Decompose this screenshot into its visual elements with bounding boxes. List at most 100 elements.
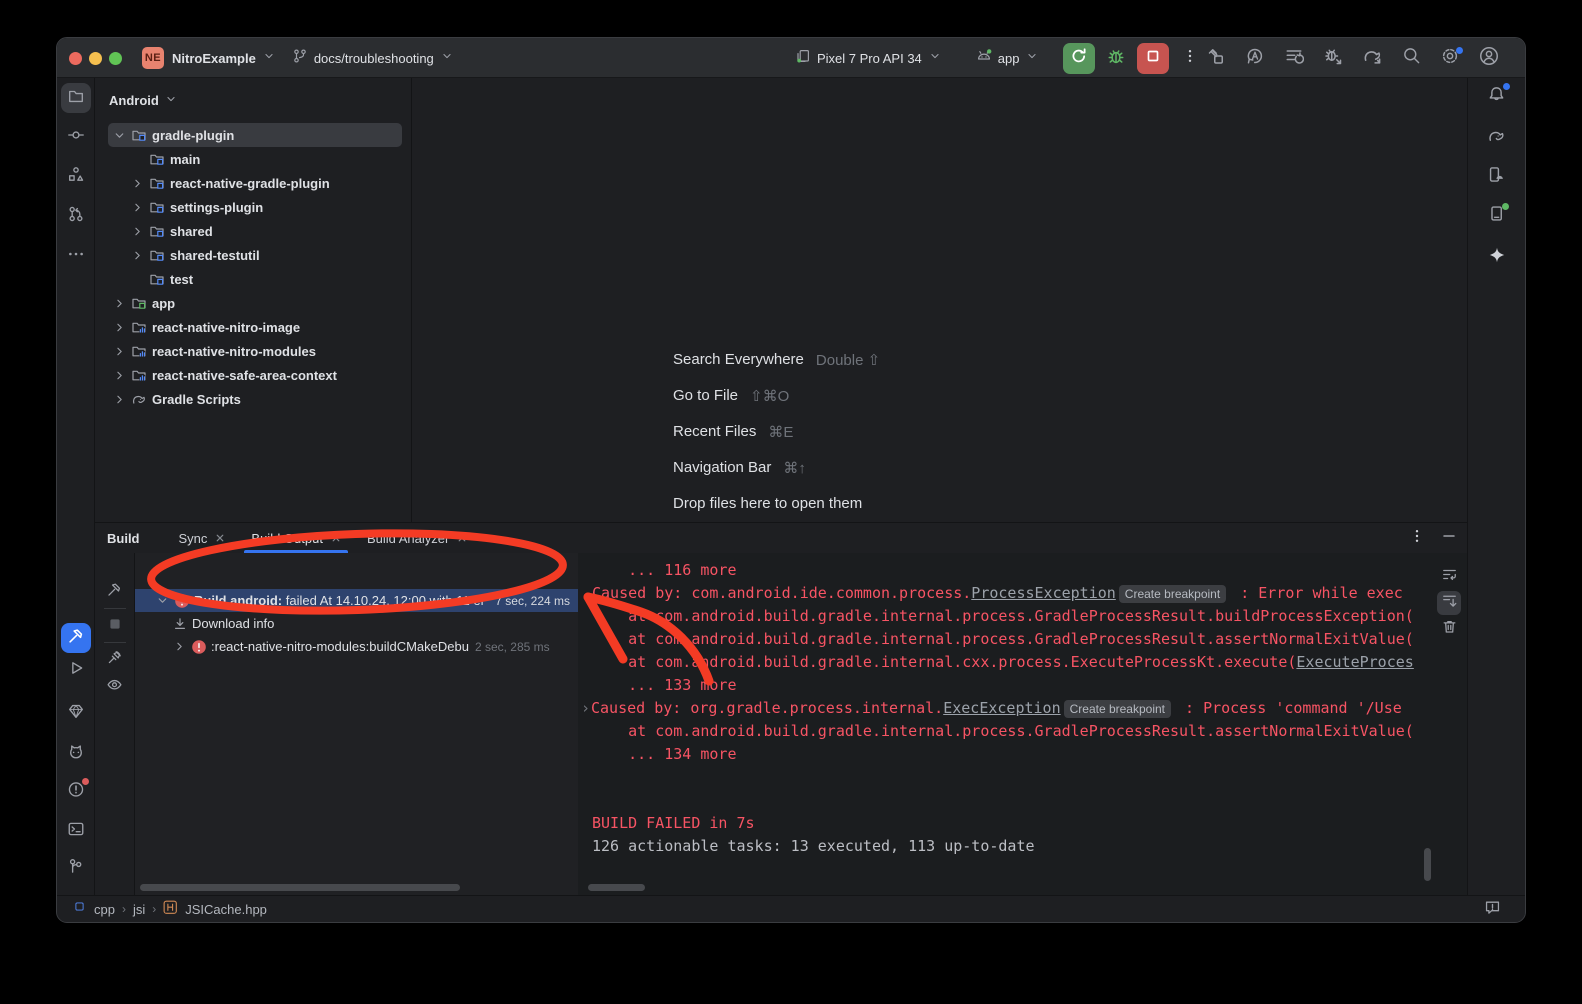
soft-wrap-button[interactable] xyxy=(1437,565,1461,589)
debug-bug-icon xyxy=(1106,46,1126,66)
tool-structure-button[interactable] xyxy=(61,161,91,191)
clear-console-button[interactable] xyxy=(1437,617,1461,641)
settings-button[interactable] xyxy=(1439,47,1461,69)
exception-link[interactable]: ExecuteProces xyxy=(1296,653,1413,671)
build-options-menu-icon[interactable] xyxy=(1409,528,1425,549)
project-tree-item[interactable]: app xyxy=(108,291,402,315)
tool-device-manager-button[interactable] xyxy=(1482,162,1512,192)
folder-icon xyxy=(67,87,85,110)
gradle-sync-button[interactable] xyxy=(1361,47,1383,69)
breadcrumb-cpp[interactable]: cpp xyxy=(94,902,115,917)
create-breakpoint-badge[interactable]: Create breakpoint xyxy=(1119,585,1226,603)
build-tree-item[interactable]: Build android: failed At 14.10.24, 12:00… xyxy=(135,589,578,612)
stop-button[interactable] xyxy=(1137,43,1169,74)
chevron-down-icon xyxy=(262,49,276,68)
build-variants-button[interactable] xyxy=(1283,47,1305,69)
build-tree-item[interactable]: :react-native-nitro-modules:buildCMakeDe… xyxy=(135,635,578,658)
tool-logcat-button[interactable] xyxy=(61,738,91,768)
project-tree-item[interactable]: gradle-plugin xyxy=(108,123,402,147)
run-configuration-selector[interactable]: app xyxy=(976,48,1040,69)
tool-app-quality-insights-button[interactable] xyxy=(61,698,91,728)
stop-build-button[interactable] xyxy=(103,614,127,638)
create-breakpoint-badge[interactable]: Create breakpoint xyxy=(1064,700,1171,718)
filters-button[interactable] xyxy=(103,675,127,699)
console-line: at com.android.build.gradle.internal.pro… xyxy=(592,720,1467,743)
hide-panel-icon[interactable] xyxy=(1441,528,1457,549)
project-tree-item[interactable]: react-native-safe-area-context xyxy=(108,363,402,387)
structure-icon xyxy=(67,165,85,188)
close-icon[interactable] xyxy=(331,533,341,543)
close-icon[interactable] xyxy=(215,533,225,543)
apply-changes-button[interactable] xyxy=(1244,47,1266,69)
project-tree-item[interactable]: react-native-nitro-modules xyxy=(108,339,402,363)
chevron-down-icon xyxy=(440,49,454,63)
tool-gemini-button[interactable] xyxy=(1482,242,1512,272)
branch-icon xyxy=(292,48,308,64)
project-tree-item[interactable]: Gradle Scripts xyxy=(108,387,402,411)
close-window-button[interactable] xyxy=(69,52,82,65)
window-controls xyxy=(69,52,122,65)
restart-build-button[interactable] xyxy=(103,580,127,604)
scroll-to-end-icon xyxy=(1441,592,1458,614)
sparkle-icon xyxy=(1488,246,1506,269)
tool-project-button[interactable] xyxy=(61,83,91,113)
horizontal-scrollbar[interactable] xyxy=(140,884,460,891)
tool-terminal-button[interactable] xyxy=(61,816,91,846)
tool-pull-requests-button[interactable] xyxy=(61,201,91,231)
tool-gradle-button[interactable] xyxy=(1482,123,1512,153)
exception-link[interactable]: ExecException xyxy=(943,699,1060,717)
maximize-window-button[interactable] xyxy=(109,52,122,65)
device-selector[interactable]: Pixel 7 Pro API 34 xyxy=(795,48,942,69)
bug-attach-icon xyxy=(1323,46,1343,71)
build-tab-build-analyzer[interactable]: Build Analyzer xyxy=(354,523,480,553)
android-icon xyxy=(976,48,992,69)
app-folder-icon xyxy=(131,295,147,311)
exception-link[interactable]: ProcessException xyxy=(971,584,1116,602)
branch-selector[interactable]: docs/troubleshooting xyxy=(292,48,454,69)
event-log-icon[interactable] xyxy=(1484,899,1501,919)
horizontal-scrollbar[interactable] xyxy=(588,884,645,891)
tool-run-button[interactable] xyxy=(61,655,91,685)
tool-version-control-button[interactable] xyxy=(61,853,91,883)
project-tree-item[interactable]: react-native-nitro-image xyxy=(108,315,402,339)
build-project-button[interactable] xyxy=(1205,47,1227,69)
build-tree-item[interactable]: Download info xyxy=(135,612,578,635)
fold-chevron-icon[interactable]: › xyxy=(581,697,591,720)
close-icon[interactable] xyxy=(457,533,467,543)
breadcrumb-file[interactable]: JSICache.hpp xyxy=(185,902,267,917)
breadcrumb-jsi[interactable]: jsi xyxy=(133,902,145,917)
project-tree-item[interactable]: settings-plugin xyxy=(108,195,402,219)
elephant-sync-icon xyxy=(1362,45,1383,66)
tool-commit-button[interactable] xyxy=(61,122,91,152)
build-tab-sync[interactable]: Sync xyxy=(166,523,239,553)
build-console: ... 116 moreCaused by: com.android.ide.c… xyxy=(578,553,1467,895)
scroll-to-end-button[interactable] xyxy=(1437,591,1461,615)
account-button[interactable] xyxy=(1478,47,1500,69)
vertical-scrollbar[interactable] xyxy=(1424,848,1431,881)
build-tab-build-output[interactable]: Build Output xyxy=(238,523,354,553)
project-selector[interactable]: NitroExample xyxy=(172,49,276,68)
tool-notifications-button[interactable] xyxy=(1482,82,1512,112)
debug-button[interactable] xyxy=(1105,47,1127,69)
task-duration: 2 sec, 285 ms xyxy=(475,640,550,654)
console-text: Caused by: org.gradle.process.internal. xyxy=(591,699,943,717)
sparkle-icon xyxy=(1488,246,1506,264)
project-tree-item[interactable]: shared-testutil xyxy=(108,243,402,267)
rerun-button[interactable] xyxy=(1063,43,1095,74)
attach-debugger-button[interactable] xyxy=(1322,47,1344,69)
minimize-window-button[interactable] xyxy=(89,52,102,65)
pin-tab-button[interactable] xyxy=(103,648,127,672)
project-tree-item[interactable]: main xyxy=(108,147,402,171)
search-everywhere-button[interactable] xyxy=(1400,47,1422,69)
project-tree-item[interactable]: react-native-gradle-plugin xyxy=(108,171,402,195)
tool-running-devices-button[interactable] xyxy=(1482,201,1512,231)
project-tree-item-label: Gradle Scripts xyxy=(152,392,241,407)
tool-build-button[interactable] xyxy=(61,623,91,653)
tool-more-button[interactable] xyxy=(61,241,91,271)
project-view-selector[interactable]: Android xyxy=(95,78,411,123)
more-run-actions-button[interactable] xyxy=(1179,47,1201,69)
project-tree-item[interactable]: test xyxy=(108,267,402,291)
tool-problems-button[interactable] xyxy=(61,776,91,806)
project-tree-item[interactable]: shared xyxy=(108,219,402,243)
cpp-module-icon xyxy=(75,902,87,917)
